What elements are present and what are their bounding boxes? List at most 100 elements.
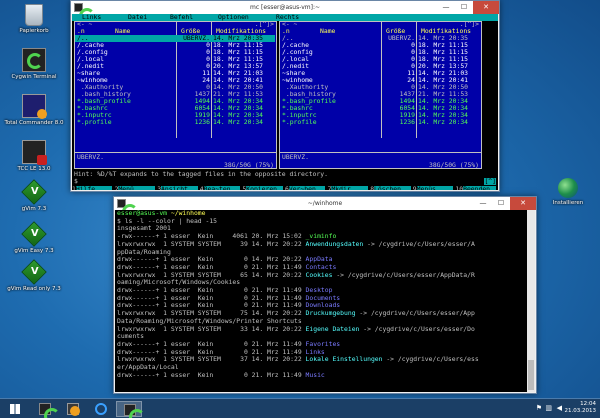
file-row[interactable]: *.bashrc 6054 14. Mrz 20:34 bbox=[75, 105, 276, 112]
terminal-output[interactable]: esser@asus-vm ~/winhome $ ls -l --color |… bbox=[115, 210, 527, 392]
file-row[interactable]: /.cache 0 18. Mrz 11:15 bbox=[280, 42, 481, 49]
mc-window[interactable]: mc [esser@asus-vm]:~ — ☐ ✕ Links Datei Bef… bbox=[70, 0, 500, 192]
file-row[interactable]: /.local 0 18. Mrz 11:15 bbox=[75, 56, 276, 63]
file-row[interactable]: .bash_history 1437 21. Mrz 11:53 bbox=[75, 91, 276, 98]
file-row[interactable]: /.local 0 18. Mrz 11:15 bbox=[280, 56, 481, 63]
desktop-icon[interactable]: Cygwin Terminal bbox=[4, 48, 64, 81]
file-date: 18. Mrz 11:15 bbox=[213, 56, 264, 63]
mc-title-bar[interactable]: mc [esser@asus-vm]:~ — ☐ ✕ bbox=[71, 1, 499, 24]
desktop-icon-label: gVim Read only 7.3 bbox=[7, 286, 61, 292]
taskbar-cygwin-active[interactable] bbox=[116, 401, 145, 418]
file-row[interactable]: *.profile 1236 14. Mrz 20:34 bbox=[280, 119, 481, 126]
fkey-1[interactable]: 1Hilfe bbox=[72, 185, 113, 190]
fkey-9[interactable]: 9Menüs bbox=[412, 185, 454, 190]
file-row[interactable]: /.. UBERVZ. 14. Mrz 20:35 bbox=[280, 35, 481, 42]
file-row[interactable]: *.inputrc 1919 14. Mrz 20:34 bbox=[280, 112, 481, 119]
fkey-2[interactable]: 2Menü bbox=[114, 185, 156, 190]
menu-item-optionen[interactable]: Optionen bbox=[218, 14, 249, 21]
file-row[interactable]: .Xauthority 0 14. Mrz 20:50 bbox=[75, 84, 276, 91]
file-row[interactable]: *.profile 1236 14. Mrz 20:34 bbox=[75, 119, 276, 126]
file-row[interactable]: *.bash_profile 1494 14. Mrz 20:34 bbox=[280, 98, 481, 105]
file-date: 20. Mrz 13:57 bbox=[418, 63, 469, 70]
fkey-7[interactable]: 7Mkdir bbox=[327, 185, 369, 190]
file-row[interactable]: /.nedit 0 20. Mrz 13:57 bbox=[280, 63, 481, 70]
taskbar-internet-explorer[interactable] bbox=[88, 401, 114, 417]
file-date: 18. Mrz 11:15 bbox=[418, 56, 469, 63]
menu-item-links[interactable]: Links bbox=[82, 14, 101, 21]
file-row[interactable]: *.bashrc 6054 14. Mrz 20:34 bbox=[280, 105, 481, 112]
file-row[interactable]: *.inputrc 1919 14. Mrz 20:34 bbox=[75, 112, 276, 119]
left-panel[interactable]: <- ~ .[^]> .n Name Größe Modifikations /.. UBER… bbox=[74, 21, 277, 169]
menu-item-befehl[interactable]: Befehl bbox=[170, 14, 193, 21]
cygwin-terminal-icon bbox=[39, 403, 60, 418]
file-row[interactable]: /.cache 0 18. Mrz 11:15 bbox=[75, 42, 276, 49]
desktop-icon[interactable]: gVim 7.3 bbox=[4, 179, 64, 213]
desktop-icon[interactable]: Papierkorb bbox=[4, 4, 64, 35]
desktop-icon[interactable]: Installieren bbox=[538, 178, 598, 207]
taskbar-cygwin-terminal[interactable] bbox=[32, 401, 60, 418]
file-row[interactable]: ~share 11 14. Mrz 21:03 bbox=[280, 70, 481, 77]
file-row[interactable]: .Xauthority 0 14. Mrz 20:50 bbox=[280, 84, 481, 91]
file-name: *.inputrc bbox=[282, 112, 317, 119]
file-row[interactable]: /.. UBERVZ. 14. Mrz 20:35 bbox=[75, 35, 275, 42]
minimize-button[interactable]: — bbox=[437, 1, 455, 14]
file-date: 18. Mrz 11:15 bbox=[418, 42, 469, 49]
menu-item-datei[interactable]: Datei bbox=[128, 14, 147, 21]
gvim-readonly-icon bbox=[21, 259, 47, 285]
panel-path-right: .[^]> bbox=[254, 21, 274, 28]
fkey-8[interactable]: 8Löschen bbox=[370, 185, 411, 190]
file-row[interactable]: /.config 0 18. Mrz 11:15 bbox=[280, 49, 481, 56]
fkey-10[interactable]: 10Beenden bbox=[455, 185, 496, 190]
fkey-label: Beenden bbox=[463, 186, 496, 190]
file-size: 1919 bbox=[399, 112, 415, 119]
terminal-maximize-button[interactable]: ☐ bbox=[492, 197, 510, 210]
terminal-text: Eigene Dateien bbox=[305, 324, 360, 333]
file-name: /.config bbox=[282, 49, 313, 56]
maximize-button[interactable]: ☐ bbox=[455, 1, 473, 14]
file-row[interactable]: *.bash_profile 1494 14. Mrz 20:34 bbox=[75, 98, 276, 105]
file-row[interactable]: ~share 11 14. Mrz 21:03 bbox=[75, 70, 276, 77]
terminal-scrollbar[interactable] bbox=[527, 210, 535, 392]
right-panel[interactable]: <- ~ .[^]> .n Name Größe Modifikations /.. UBER… bbox=[279, 21, 482, 169]
file-name: ~winhome bbox=[282, 77, 313, 84]
start-button[interactable] bbox=[2, 401, 28, 417]
mc-hint: Hint: %D/%T expands to the tagged files … bbox=[74, 170, 328, 178]
file-date: 14. Mrz 20:41 bbox=[418, 77, 469, 84]
file-row[interactable]: /.config 0 18. Mrz 11:15 bbox=[75, 49, 276, 56]
desktop-icon[interactable]: Total Commander 8.0 bbox=[4, 94, 64, 127]
file-date: 14. Mrz 20:34 bbox=[213, 98, 264, 105]
file-row[interactable]: /.nedit 0 20. Mrz 13:57 bbox=[75, 63, 276, 70]
file-row[interactable]: ~winhome 24 14. Mrz 20:41 bbox=[75, 77, 276, 84]
scrollbar-thumb[interactable] bbox=[528, 360, 534, 390]
fkey-3[interactable]: 3Ansicht bbox=[157, 185, 198, 190]
network-icon[interactable]: ▥ bbox=[545, 404, 552, 412]
desktop-icon[interactable]: gVim Read only 7.3 bbox=[4, 259, 64, 293]
terminal-title-bar[interactable]: ~/winhome — ☐ ✕ bbox=[114, 197, 536, 220]
close-button[interactable]: ✕ bbox=[473, 1, 499, 14]
fkey-6[interactable]: 6Ver~ben bbox=[285, 185, 326, 190]
file-row[interactable]: ~winhome 24 14. Mrz 20:41 bbox=[280, 77, 481, 84]
disk-usage-text: 38G/50G (75%) bbox=[428, 162, 479, 169]
terminal-window[interactable]: ~/winhome — ☐ ✕ esser@asus-vm ~/winhome $… bbox=[113, 196, 537, 394]
terminal-close-button[interactable]: ✕ bbox=[510, 197, 536, 210]
mc-console[interactable]: Links Datei Befehl Optionen Rechts <- ~ .[^]>… bbox=[72, 14, 498, 190]
fkey-5[interactable]: 5Kopieren bbox=[242, 185, 283, 190]
file-size: 0 bbox=[411, 84, 415, 91]
terminal-minimize-button[interactable]: — bbox=[474, 197, 492, 210]
file-row[interactable]: .bash_history 1437 21. Mrz 11:53 bbox=[280, 91, 481, 98]
desktop-icon[interactable]: gVim Easy 7.3 bbox=[4, 221, 64, 255]
flag-icon[interactable]: ⚑ bbox=[536, 404, 542, 412]
terminal-text: -> /cygdrive/c/Users/ess bbox=[382, 355, 479, 364]
volume-icon[interactable]: ◀ bbox=[557, 404, 562, 412]
file-date: 18. Mrz 11:15 bbox=[418, 49, 469, 56]
desktop-icon[interactable]: TCC LE 13.0 bbox=[4, 140, 64, 173]
menu-item-rechts[interactable]: Rechts bbox=[276, 14, 299, 21]
disk-usage-text: 38G/50G (75%) bbox=[223, 162, 274, 169]
mc-prompt[interactable]: $ bbox=[74, 178, 78, 185]
fkey-4[interactable]: 4Bea~ten bbox=[199, 185, 241, 190]
file-name: *.bash_profile bbox=[77, 98, 131, 105]
file-date: 14. Mrz 20:50 bbox=[213, 84, 264, 91]
file-name: *.bash_profile bbox=[282, 98, 336, 105]
taskbar-total-commander[interactable] bbox=[60, 401, 86, 417]
clock[interactable]: 12:04 21.03.2013 bbox=[565, 401, 597, 415]
